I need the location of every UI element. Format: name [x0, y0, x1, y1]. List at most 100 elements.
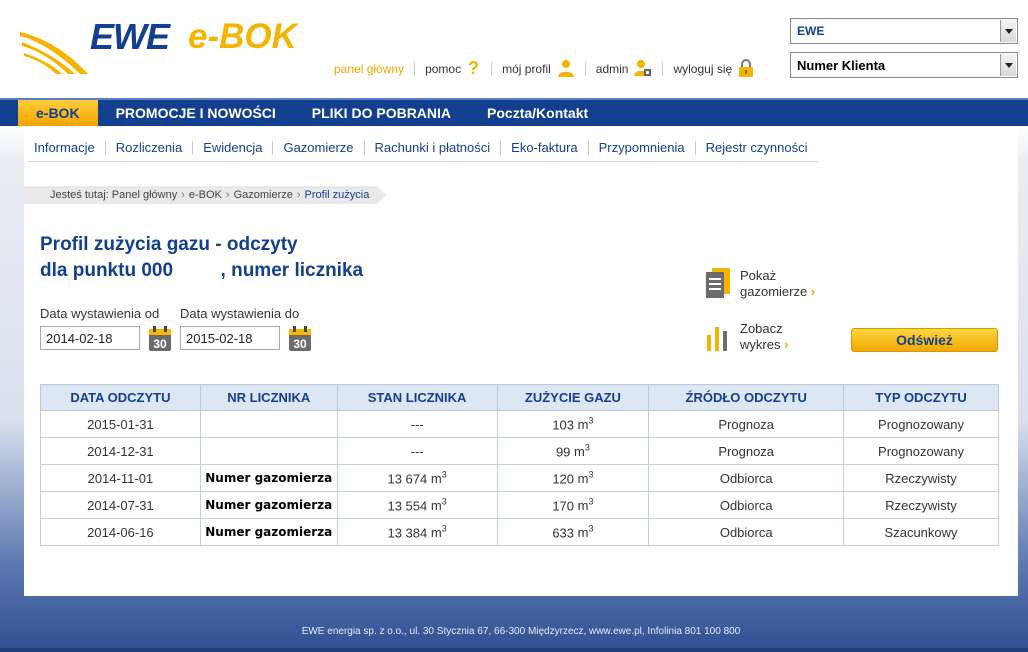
mainnav-promotions[interactable]: PROMOCJE I NOWOŚCI	[98, 100, 294, 126]
breadcrumb-item-ebok[interactable]: e-BOK	[189, 189, 222, 201]
subnav-gas-meters[interactable]: Gazomierze	[272, 140, 363, 155]
unit-base: m	[577, 525, 589, 541]
col-reading-date[interactable]: DATA ODCZYTU	[40, 384, 201, 411]
date-from-input[interactable]	[40, 326, 140, 350]
unit-exponent: 3	[441, 469, 447, 480]
reading-source-cell-value: Prognoza	[718, 416, 775, 432]
sub-nav: Informacje Rozliczenia Ewidencja Gazomie…	[28, 140, 818, 162]
unit-base: m	[430, 498, 442, 514]
page-title: Profil zużycia gazu - odczyty dla punktu…	[40, 232, 363, 284]
gas-usage-cell: 170 m3	[496, 491, 650, 519]
breadcrumb-item-home[interactable]: Panel główny	[112, 189, 177, 201]
col-reading-source[interactable]: ŹRÓDŁO ODCZYTU	[648, 384, 845, 411]
meter-state-cell-value: 13 384	[387, 525, 428, 541]
unit-base: m	[577, 498, 589, 514]
breadcrumb-separator: ›	[181, 189, 185, 201]
content-panel: Informacje Rozliczenia Ewidencja Gazomie…	[24, 126, 1018, 596]
mainnav-ebok[interactable]: e-BOK	[18, 100, 98, 126]
document-list-icon	[706, 268, 730, 301]
breadcrumb-prefix: Jesteś tutaj:	[50, 189, 109, 201]
reading-source-cell: Prognoza	[648, 410, 845, 438]
toplink-help[interactable]: pomoc ?	[414, 58, 491, 78]
readings-table: DATA ODCZYTU NR LICZNIKA STAN LICZNIKA Z…	[40, 384, 999, 546]
reading-source-cell: Odbiorca	[648, 518, 845, 546]
col-meter-number[interactable]: NR LICZNIKA	[199, 384, 338, 411]
top-links: panel główny pomoc ? mój profil admin wy…	[334, 58, 764, 80]
meter-state-cell: ---	[336, 437, 498, 465]
reading-type-cell-value: Prognozowany	[878, 416, 965, 432]
table-row: 2014-12-31 --- 99 m3 Prognoza Prognozowany	[40, 437, 999, 465]
unit-label: m3	[427, 496, 447, 514]
reading-type-cell: Prognozowany	[843, 437, 999, 465]
table-body: 2015-01-31 --- 103 m3 Prognoza Prognozowany 2…	[40, 410, 999, 546]
calendar-icon[interactable]: 30	[288, 326, 312, 352]
gas-usage-cell-value: 103	[552, 417, 575, 433]
table-row: 2014-06-16 Numer gazomierza 13 384 m3 633 m…	[40, 518, 999, 546]
calendar-icon[interactable]: 30	[148, 326, 172, 352]
reading-source-cell-value: Odbiorca	[719, 497, 773, 513]
reading-date-cell: 2014-11-01	[40, 464, 201, 492]
meter-number-cell	[199, 410, 338, 438]
reading-date-cell-value: 2014-07-31	[87, 497, 154, 513]
toplink-admin-label: admin	[595, 62, 629, 76]
col-gas-usage[interactable]: ZUŻYCIE GAZU	[496, 384, 650, 411]
date-to-input[interactable]	[180, 326, 280, 350]
unit-label: m3	[574, 524, 594, 541]
table-row: 2014-07-31 Numer gazomierza 13 554 m3 170 m…	[40, 491, 999, 519]
meter-number-cell-value: Numer gazomierza	[205, 471, 333, 485]
subnav-information[interactable]: Informacje	[28, 140, 105, 155]
meter-state-cell: 13 554 m3	[336, 491, 498, 519]
col-meter-state[interactable]: STAN LICZNIKA	[336, 384, 498, 411]
meter-state-cell: 13 674 m3	[336, 464, 498, 492]
mainnav-contact[interactable]: Poczta/Kontakt	[469, 100, 606, 126]
breadcrumb: Jesteś tutaj: Panel główny › e-BOK › Gaz…	[24, 186, 387, 204]
main-nav: e-BOK PROMOCJE I NOWOŚCI PLIKI DO POBRAN…	[0, 98, 1028, 126]
refresh-button[interactable]: Odśwież	[851, 328, 998, 352]
toplink-help-label: pomoc	[425, 62, 462, 76]
unit-label: m3	[574, 470, 594, 486]
company-select[interactable]: EWE	[790, 18, 1018, 44]
toplink-admin[interactable]: admin	[584, 59, 663, 76]
subnav-invoices-payments[interactable]: Rachunki i płatności	[363, 140, 501, 155]
page-title-line1: Profil zużycia gazu - odczyty	[40, 234, 298, 255]
meter-number-cell-value: Numer gazomierza	[205, 525, 333, 539]
calendar-day-text: 30	[293, 337, 307, 351]
date-from-label: Data wystawienia od	[40, 306, 160, 321]
breadcrumb-item-gas-meters[interactable]: Gazomierze	[234, 189, 293, 201]
gas-usage-cell-value: 633	[552, 525, 575, 541]
reading-date-cell: 2015-01-31	[40, 410, 201, 438]
meter-number-cell: Numer gazomierza	[199, 491, 338, 519]
subnav-settlements[interactable]: Rozliczenia	[104, 140, 192, 155]
show-gas-meters-link[interactable]: Pokaż gazomierze ›	[706, 268, 815, 301]
reading-source-cell: Odbiorca	[648, 491, 845, 519]
mainnav-downloads[interactable]: PLIKI DO POBRANIA	[294, 100, 469, 126]
reading-date-cell-value: 2014-12-31	[87, 443, 154, 459]
subnav-eco-invoice[interactable]: Eko-faktura	[500, 140, 587, 155]
show-chart-link[interactable]: Zobacz wykres ›	[706, 321, 788, 354]
toplink-profile-label: mój profil	[502, 62, 551, 76]
reading-type-cell-value: Rzeczywisty	[885, 497, 957, 513]
footer-bar	[0, 648, 1028, 652]
unit-exponent: 3	[441, 523, 447, 534]
subnav-activity-log[interactable]: Rejestr czynności	[694, 140, 818, 155]
reading-source-cell-value: Odbiorca	[719, 470, 773, 486]
unit-base: m	[430, 471, 442, 487]
meter-state-cell: ---	[336, 410, 498, 438]
chevron-right-icon: ›	[784, 337, 789, 352]
toplink-logout[interactable]: wyloguj się	[662, 58, 764, 77]
col-reading-type[interactable]: TYP ODCZYTU	[843, 384, 999, 411]
toplink-home[interactable]: panel główny	[334, 62, 414, 76]
gas-usage-cell-value: 99	[555, 444, 571, 460]
unit-exponent: 3	[441, 496, 447, 507]
subnav-records[interactable]: Ewidencja	[192, 140, 272, 155]
unit-exponent: 3	[584, 442, 590, 453]
table-header-row: DATA ODCZYTU NR LICZNIKA STAN LICZNIKA Z…	[40, 384, 999, 411]
show-gas-meters-line1: Pokaż	[740, 268, 777, 283]
reading-type-cell-value: Prognozowany	[878, 443, 965, 459]
show-chart-text: Zobacz wykres ›	[740, 321, 788, 353]
ewe-ebok-logo[interactable]: EWE e-BOK	[18, 14, 308, 76]
chevron-down-icon	[1000, 54, 1016, 76]
client-select[interactable]: Numer Klienta	[790, 52, 1018, 78]
subnav-reminders[interactable]: Przypomnienia	[587, 140, 695, 155]
toplink-profile[interactable]: mój profil	[491, 59, 585, 77]
